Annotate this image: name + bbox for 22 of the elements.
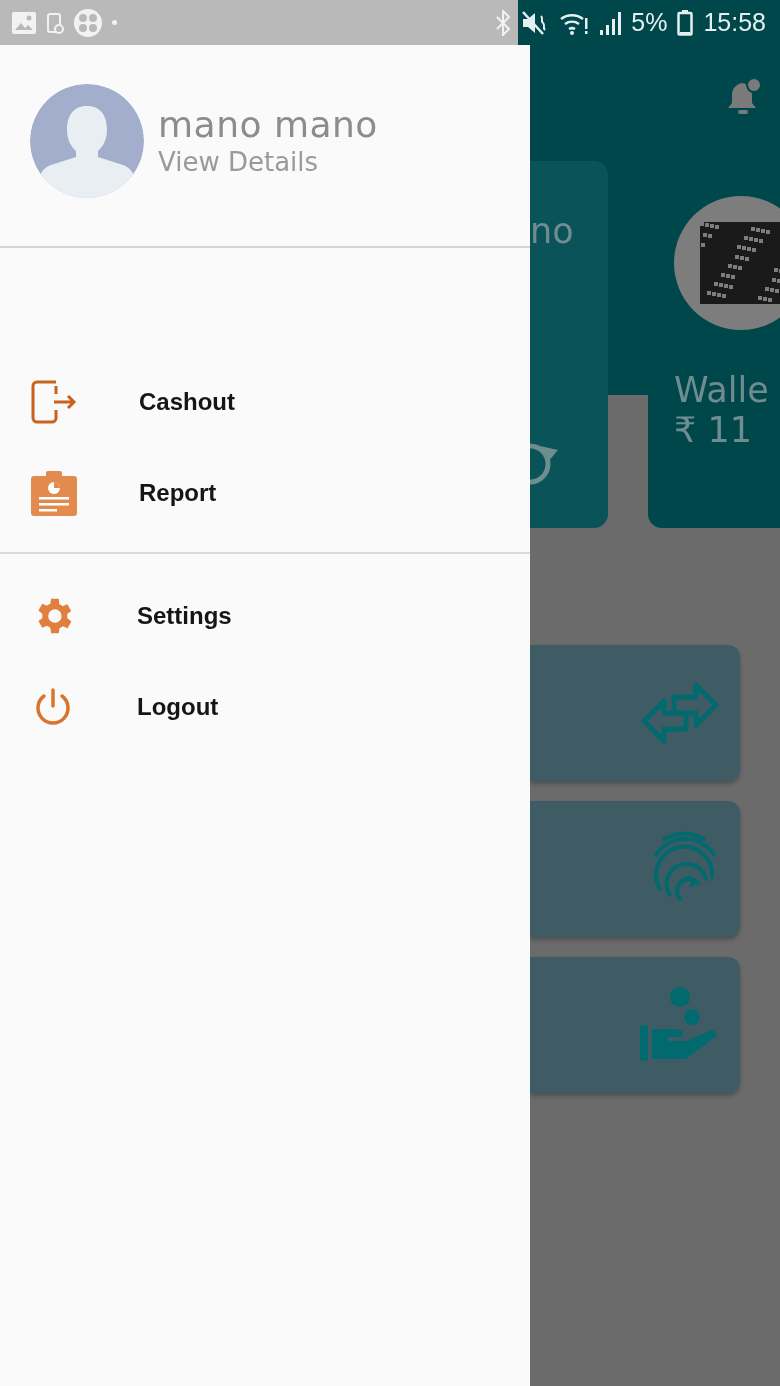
user-name: mano mano <box>158 104 378 145</box>
signal-icon <box>599 9 622 36</box>
menu-item[interactable]: Logout <box>137 692 219 721</box>
bell-icon <box>726 77 762 117</box>
swap-arrows-icon <box>640 681 720 745</box>
exit-icon <box>30 378 78 425</box>
menu-item[interactable]: Settings <box>137 601 232 630</box>
menu-item[interactable]: Cashout <box>139 387 235 416</box>
battery-percent: 5% <box>631 8 668 37</box>
menu-item[interactable]: Report <box>139 478 217 507</box>
avatar-icon <box>30 83 144 198</box>
battery-icon <box>677 9 694 36</box>
image-icon <box>12 11 36 34</box>
dot-icon <box>112 20 117 25</box>
clipboard-icon <box>46 10 64 35</box>
card-text: no <box>530 211 575 251</box>
wallet-title: Walle <box>674 370 770 410</box>
bluetooth-icon <box>495 9 512 36</box>
wallet-amount: ₹ 11 <box>674 410 753 450</box>
fan-icon <box>74 8 102 37</box>
clipboard-chart-icon <box>30 469 78 516</box>
clock-time: 15:58 <box>703 8 766 37</box>
